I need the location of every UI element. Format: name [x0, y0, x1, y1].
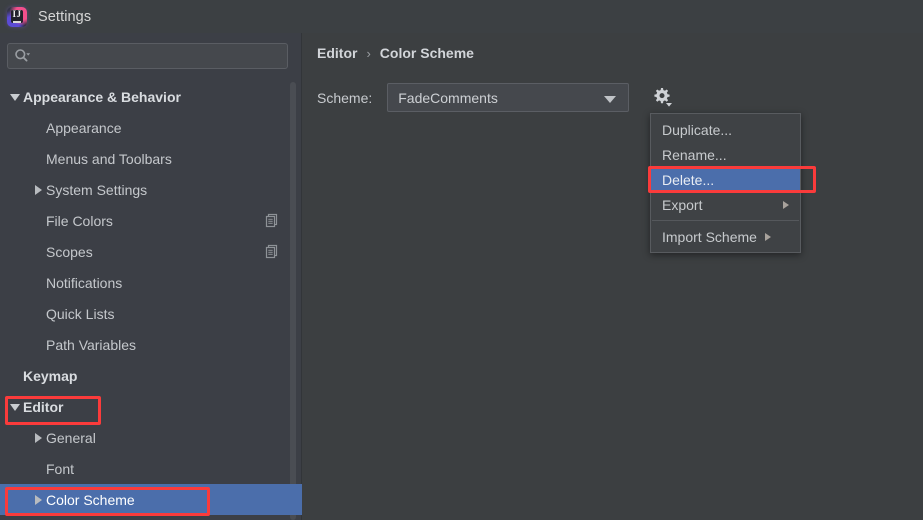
sidebar-item-label: Scopes	[46, 243, 93, 260]
scheme-actions-menu[interactable]: Duplicate... Rename... Delete... Export Impo…	[650, 113, 801, 253]
sidebar-item-editor[interactable]: Editor	[0, 391, 302, 422]
scheme-row: Scheme: FadeComments	[303, 83, 674, 112]
search-input[interactable]	[7, 43, 288, 69]
app-icon-underline	[13, 20, 21, 23]
sidebar-item-label: File Colors	[46, 212, 113, 229]
settings-dialog: IJ Settings Appearance & Behavior Appeara…	[0, 0, 923, 520]
menu-item-export[interactable]: Export	[651, 192, 800, 217]
chevron-down-icon[interactable]	[604, 96, 617, 103]
sidebar-item-label: Appearance & Behavior	[23, 88, 181, 105]
menu-separator	[652, 220, 799, 221]
sidebar-item-appearance-behavior[interactable]: Appearance & Behavior	[0, 81, 302, 112]
sidebar-item-label: Editor	[23, 398, 64, 415]
sidebar-item-label: Menus and Toolbars	[46, 150, 172, 167]
sidebar-item-general[interactable]: General	[0, 422, 302, 453]
collapse-arrow-icon[interactable]	[8, 399, 23, 414]
sidebar-item-scopes[interactable]: Scopes	[0, 236, 302, 267]
breadcrumb-parent[interactable]: Editor	[317, 45, 357, 61]
sidebar-item-label: Quick Lists	[46, 305, 115, 322]
sidebar-item-keymap[interactable]: Keymap	[0, 360, 302, 391]
settings-tree[interactable]: Appearance & Behavior Appearance Menus and…	[0, 81, 302, 520]
menu-item-rename[interactable]: Rename...	[651, 142, 800, 167]
collapse-arrow-icon[interactable]	[8, 89, 23, 104]
search-field-wrapper	[7, 43, 288, 69]
sidebar-item-appearance[interactable]: Appearance	[0, 112, 302, 143]
submenu-arrow-icon	[764, 232, 771, 241]
menu-item-label: Rename...	[662, 146, 727, 163]
sidebar-item-quick-lists[interactable]: Quick Lists	[0, 298, 302, 329]
breadcrumb: Editor › Color Scheme	[317, 45, 474, 61]
app-icon-letter: IJ	[12, 8, 22, 19]
copy-settings-icon[interactable]	[265, 213, 279, 228]
sidebar-item-label: Path Variables	[46, 336, 137, 353]
scheme-combobox[interactable]: FadeComments	[387, 83, 630, 112]
intellij-idea-icon: IJ	[7, 6, 27, 27]
menu-item-label: Duplicate...	[662, 121, 733, 138]
submenu-arrow-icon	[783, 201, 789, 209]
sidebar-item-path-variables[interactable]: Path Variables	[0, 329, 302, 360]
breadcrumb-separator-icon: ›	[366, 45, 371, 61]
window-title: Settings	[38, 8, 92, 25]
expand-arrow-icon[interactable]	[31, 430, 46, 445]
menu-item-label: Export	[662, 196, 703, 213]
menu-item-label: Delete...	[662, 171, 715, 188]
scheme-combobox-value: FadeComments	[398, 89, 498, 106]
title-bar: IJ Settings	[0, 0, 923, 33]
breadcrumb-current: Color Scheme	[379, 45, 474, 61]
sidebar-item-notifications[interactable]: Notifications	[0, 267, 302, 298]
menu-item-import-scheme[interactable]: Import Scheme	[651, 224, 800, 249]
sidebar-item-file-colors[interactable]: File Colors	[0, 205, 302, 236]
sidebar-item-label: System Settings	[46, 181, 148, 198]
scheme-label: Scheme:	[317, 89, 373, 106]
sidebar-item-system-settings[interactable]: System Settings	[0, 174, 302, 205]
copy-settings-icon[interactable]	[265, 244, 279, 259]
expand-arrow-icon[interactable]	[31, 182, 46, 197]
settings-sidebar: Appearance & Behavior Appearance Menus and…	[0, 33, 302, 520]
sidebar-item-label: Notifications	[46, 274, 123, 291]
gear-icon[interactable]	[650, 86, 674, 110]
sidebar-item-font[interactable]: Font	[0, 453, 302, 484]
sidebar-item-menus-and-toolbars[interactable]: Menus and Toolbars	[0, 143, 302, 174]
menu-item-duplicate[interactable]: Duplicate...	[651, 117, 800, 142]
sidebar-item-color-scheme[interactable]: Color Scheme	[0, 484, 302, 515]
menu-item-delete[interactable]: Delete...	[651, 167, 800, 192]
menu-item-label: Import Scheme	[662, 228, 757, 245]
expand-arrow-icon[interactable]	[31, 492, 46, 507]
sidebar-item-label: Font	[46, 460, 75, 477]
sidebar-item-label: Keymap	[23, 367, 78, 384]
sidebar-item-label: General	[46, 429, 96, 446]
scheme-settings-gear-button[interactable]	[650, 86, 674, 110]
sidebar-item-label: Appearance	[46, 119, 122, 136]
sidebar-item-label: Color Scheme	[46, 491, 135, 508]
main-panel: Editor › Color Scheme Scheme: FadeCommen…	[303, 33, 923, 520]
